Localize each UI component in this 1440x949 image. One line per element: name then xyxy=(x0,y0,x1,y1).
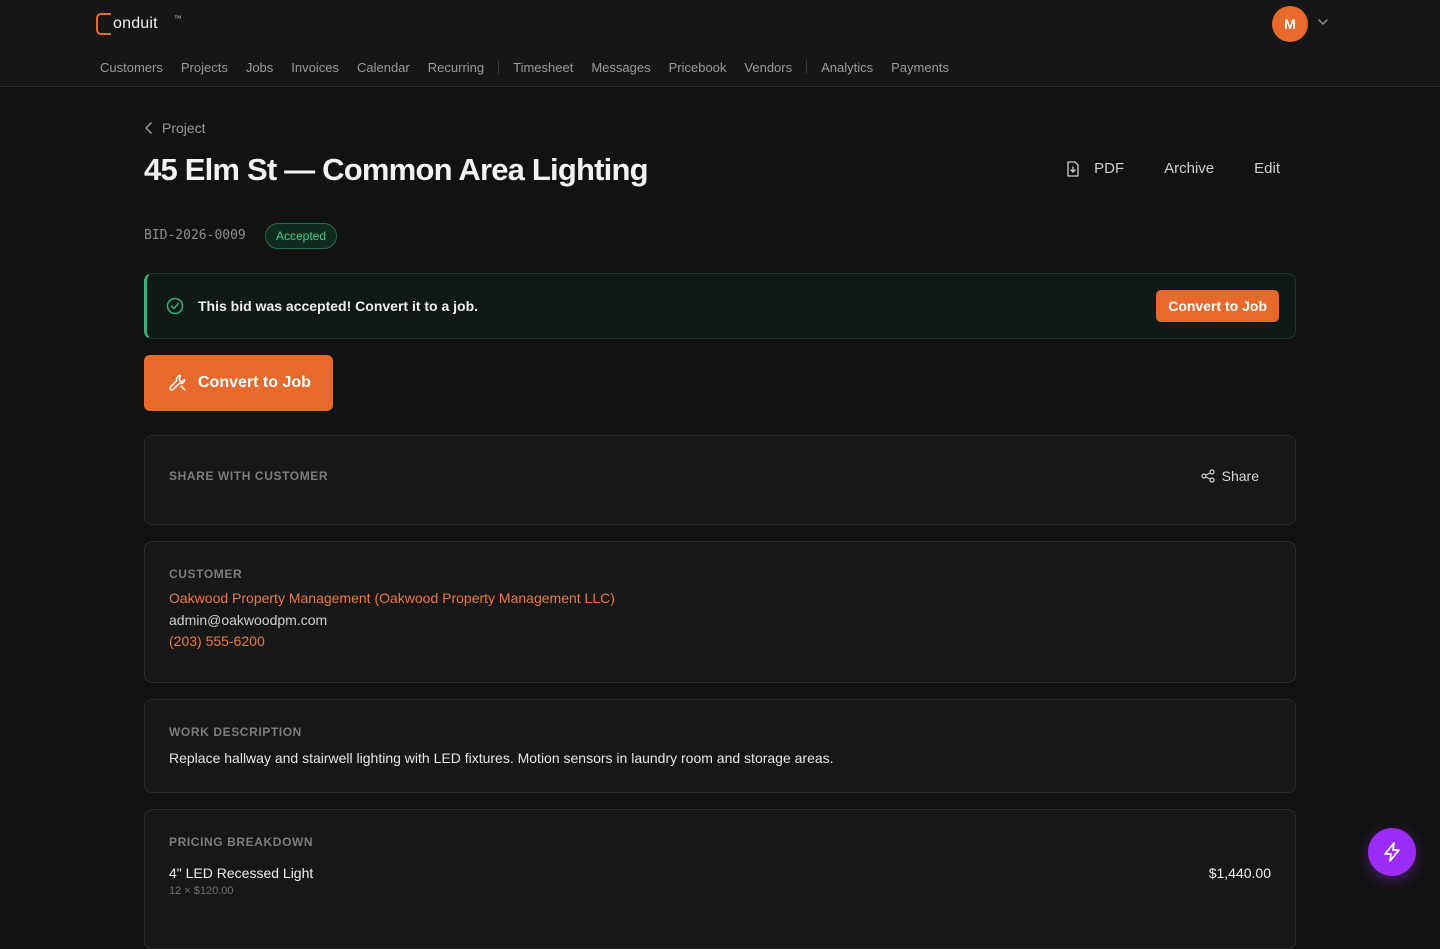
alert-convert-to-job-button[interactable]: Convert to Job xyxy=(1156,290,1279,322)
customer-email: admin@oakwoodpm.com xyxy=(169,612,328,628)
nav-divider xyxy=(806,60,808,74)
work-description-label: WORK DESCRIPTION xyxy=(169,725,302,739)
line-item-amount: $1,440.00 xyxy=(1208,865,1271,881)
share-label: SHARE WITH CUSTOMER xyxy=(169,469,329,483)
chevron-left-icon xyxy=(144,122,152,134)
archive-button[interactable]: Archive xyxy=(1164,160,1214,177)
edit-label: Edit xyxy=(1254,160,1280,177)
nav-jobs[interactable]: Jobs xyxy=(246,60,273,75)
logo-text: onduit xyxy=(113,15,158,32)
app-logo[interactable]: onduit ™ xyxy=(96,12,182,36)
share-button-label: Share xyxy=(1221,468,1259,484)
page-actions: PDF Archive Edit xyxy=(1026,160,1280,177)
user-avatar[interactable]: M xyxy=(1272,6,1308,42)
check-circle-icon xyxy=(166,297,184,315)
logo-trademark: ™ xyxy=(173,13,182,23)
nav-divider xyxy=(498,60,500,74)
customer-phone-link[interactable]: (203) 555-6200 xyxy=(169,633,1271,649)
nav-recurring[interactable]: Recurring xyxy=(428,60,484,75)
alert-message: This bid was accepted! Convert it to a j… xyxy=(198,298,479,314)
chevron-down-icon[interactable] xyxy=(1316,15,1330,29)
work-description-text: Replace hallway and stairwell lighting w… xyxy=(169,750,834,766)
share-button[interactable]: Share xyxy=(1201,468,1259,484)
customer-label: CUSTOMER xyxy=(169,567,243,581)
status-badge: Accepted xyxy=(265,223,338,249)
pdf-label: PDF xyxy=(1094,160,1125,177)
nav-calendar[interactable]: Calendar xyxy=(357,60,410,75)
bid-number: BID-2026-0009 xyxy=(144,228,246,243)
file-download-icon xyxy=(1067,160,1079,177)
pricing-label: PRICING BREAKDOWN xyxy=(169,835,314,849)
line-item-name: 4" LED Recessed Light xyxy=(169,865,314,881)
convert-to-job-button[interactable]: Convert to Job xyxy=(144,355,333,411)
nav-messages[interactable]: Messages xyxy=(591,60,650,75)
archive-label: Archive xyxy=(1164,160,1215,177)
page-title: 45 Elm St — Common Area Lighting xyxy=(144,152,649,187)
share-icon xyxy=(1201,469,1215,483)
work-description-card: WORK DESCRIPTION Replace hallway and sta… xyxy=(144,699,1296,793)
customer-name-link[interactable]: Oakwood Property Management (Oakwood Pro… xyxy=(169,590,1271,606)
accepted-alert: This bid was accepted! Convert it to a j… xyxy=(144,273,1296,339)
customer-card: CUSTOMER Oakwood Property Management (Oa… xyxy=(144,541,1296,683)
pricing-card: PRICING BREAKDOWN 4" LED Recessed Light … xyxy=(144,809,1296,949)
line-item-detail: 12 × $120.00 xyxy=(169,885,234,897)
nav-projects[interactable]: Projects xyxy=(181,60,228,75)
pdf-button[interactable]: PDF xyxy=(1066,160,1124,177)
wrench-icon xyxy=(169,374,186,391)
nav-analytics[interactable]: Analytics xyxy=(821,60,873,75)
top-bar: onduit ™ M Customers Projects Jobs Invoi… xyxy=(0,0,1440,87)
logo-mark-icon xyxy=(96,13,111,35)
nav-timesheet[interactable]: Timesheet xyxy=(513,60,573,75)
nav-payments[interactable]: Payments xyxy=(891,60,949,75)
nav-vendors[interactable]: Vendors xyxy=(744,60,792,75)
main-nav: Customers Projects Jobs Invoices Calenda… xyxy=(100,58,967,76)
edit-button[interactable]: Edit xyxy=(1254,160,1280,177)
quick-action-button[interactable] xyxy=(1368,828,1416,876)
convert-to-job-label: Convert to Job xyxy=(198,374,311,391)
lightning-icon xyxy=(1384,842,1400,862)
back-link[interactable]: Project xyxy=(144,120,206,136)
nav-pricebook[interactable]: Pricebook xyxy=(669,60,727,75)
share-card: SHARE WITH CUSTOMER Share xyxy=(144,435,1296,525)
back-link-label: Project xyxy=(162,120,206,136)
nav-customers[interactable]: Customers xyxy=(100,60,163,75)
nav-invoices[interactable]: Invoices xyxy=(291,60,339,75)
line-item: 4" LED Recessed Light $1,440.00 xyxy=(169,865,1271,881)
